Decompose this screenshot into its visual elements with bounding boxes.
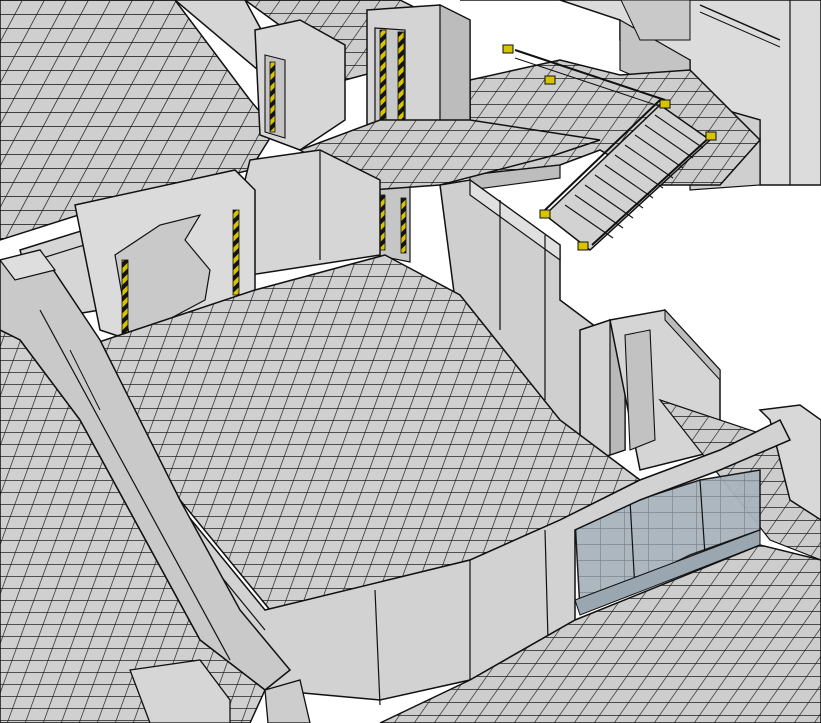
corridor-doorframe <box>254 19 346 151</box>
isometric-interior-scene <box>0 0 821 723</box>
